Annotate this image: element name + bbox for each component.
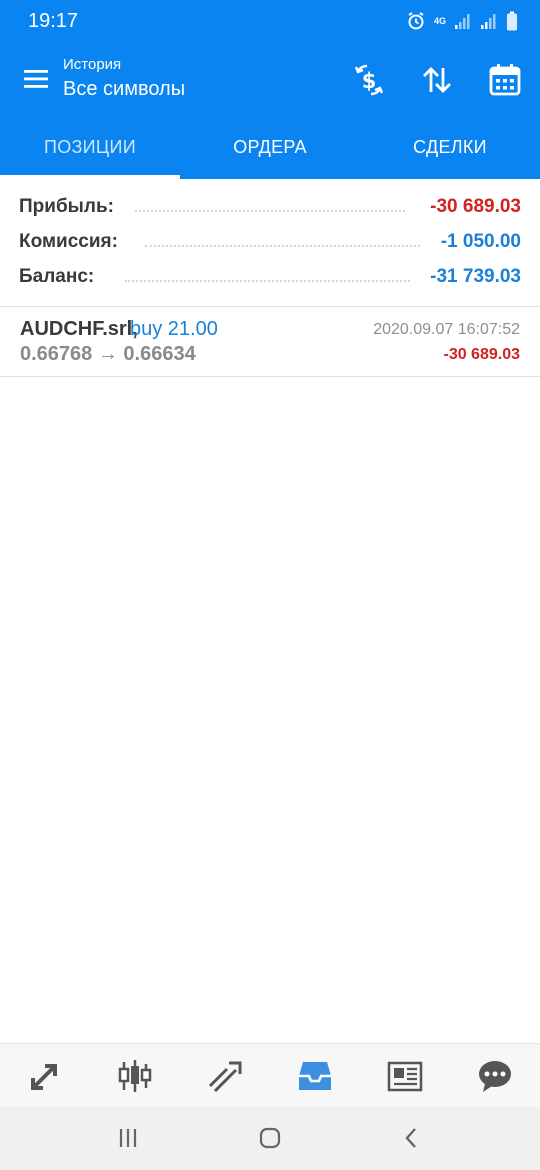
alarm-icon xyxy=(408,12,424,30)
chart-icon xyxy=(118,1059,152,1092)
home-button[interactable] xyxy=(255,1125,285,1151)
back-icon xyxy=(405,1128,416,1148)
status-bar: 19:17 4G xyxy=(0,0,540,44)
status-time: 19:17 xyxy=(28,10,79,32)
nav-chat[interactable] xyxy=(450,1044,540,1107)
quotes-icon xyxy=(31,1063,57,1090)
sort-icon xyxy=(423,67,451,93)
currency-button[interactable]: $ xyxy=(351,62,387,98)
calendar-button[interactable] xyxy=(487,62,523,98)
summary-profit-row: Прибыль: -30 689.03 xyxy=(0,190,540,225)
svg-text:$: $ xyxy=(362,69,377,93)
sort-button[interactable] xyxy=(419,62,455,98)
chat-icon xyxy=(479,1060,511,1092)
home-icon xyxy=(259,1127,281,1149)
summary-panel: Прибыль: -30 689.03 Комиссия: -1 050.00 … xyxy=(0,190,540,295)
tab-deals[interactable]: СДЕЛКИ xyxy=(360,116,540,179)
signal-icon-2 xyxy=(481,14,496,29)
tab-bar: ПОЗИЦИИ ОРДЕРА СДЕЛКИ xyxy=(0,116,540,179)
deal-row[interactable]: AUDCHF.srl, buy 21.00 0.66768 → 0.66634 … xyxy=(0,308,540,376)
summary-balance-row: Баланс: -31 739.03 xyxy=(0,260,540,295)
signal-icon xyxy=(455,14,470,29)
deal-prices: 0.66768 → 0.66634 xyxy=(20,343,196,365)
toolbar-subtitle: История xyxy=(63,56,122,73)
app-toolbar: История Все символы $ xyxy=(0,44,540,116)
tab-positions[interactable]: ПОЗИЦИИ xyxy=(0,116,180,179)
currency-exchange-icon: $ xyxy=(354,64,384,96)
nav-history[interactable] xyxy=(270,1044,360,1107)
network-type-label: 4G xyxy=(433,15,446,26)
divider xyxy=(0,376,540,377)
nav-trade[interactable] xyxy=(180,1044,270,1107)
recent-apps-icon xyxy=(119,1129,137,1147)
nav-chart[interactable] xyxy=(90,1044,180,1107)
status-icons: 4G xyxy=(406,10,518,32)
nav-quotes[interactable] xyxy=(0,1044,90,1107)
deal-profit: -30 689.03 xyxy=(443,346,520,363)
tab-orders[interactable]: ОРДЕРА xyxy=(180,116,360,179)
balance-label: Баланс: xyxy=(19,266,95,287)
news-icon xyxy=(387,1061,423,1091)
commission-value: -1 050.00 xyxy=(440,231,521,252)
toolbar-title: Все символы xyxy=(63,78,186,100)
bottom-nav xyxy=(0,1043,540,1107)
profit-value: -30 689.03 xyxy=(430,196,521,217)
recent-apps-button[interactable] xyxy=(113,1125,143,1151)
divider xyxy=(0,306,540,307)
deal-time: 2020.09.07 16:07:52 xyxy=(373,321,520,338)
deal-symbol: AUDCHF.srl, xyxy=(20,318,138,340)
nav-news[interactable] xyxy=(360,1044,450,1107)
dot-leader xyxy=(145,233,420,247)
back-button[interactable] xyxy=(396,1125,426,1151)
summary-commission-row: Комиссия: -1 050.00 xyxy=(0,225,540,260)
menu-button[interactable] xyxy=(22,66,52,92)
toolbar-title-block[interactable]: История Все символы xyxy=(63,56,185,101)
profit-label: Прибыль: xyxy=(19,196,114,217)
calendar-icon xyxy=(489,64,521,96)
system-nav-bar xyxy=(0,1107,540,1170)
dot-leader xyxy=(125,268,410,282)
dot-leader xyxy=(135,198,405,212)
menu-icon xyxy=(24,70,48,88)
balance-value: -31 739.03 xyxy=(430,266,521,287)
battery-icon xyxy=(507,11,517,31)
history-icon xyxy=(299,1061,331,1090)
trade-icon xyxy=(208,1061,242,1092)
commission-label: Комиссия: xyxy=(19,231,118,252)
deal-side: buy 21.00 xyxy=(130,318,218,340)
